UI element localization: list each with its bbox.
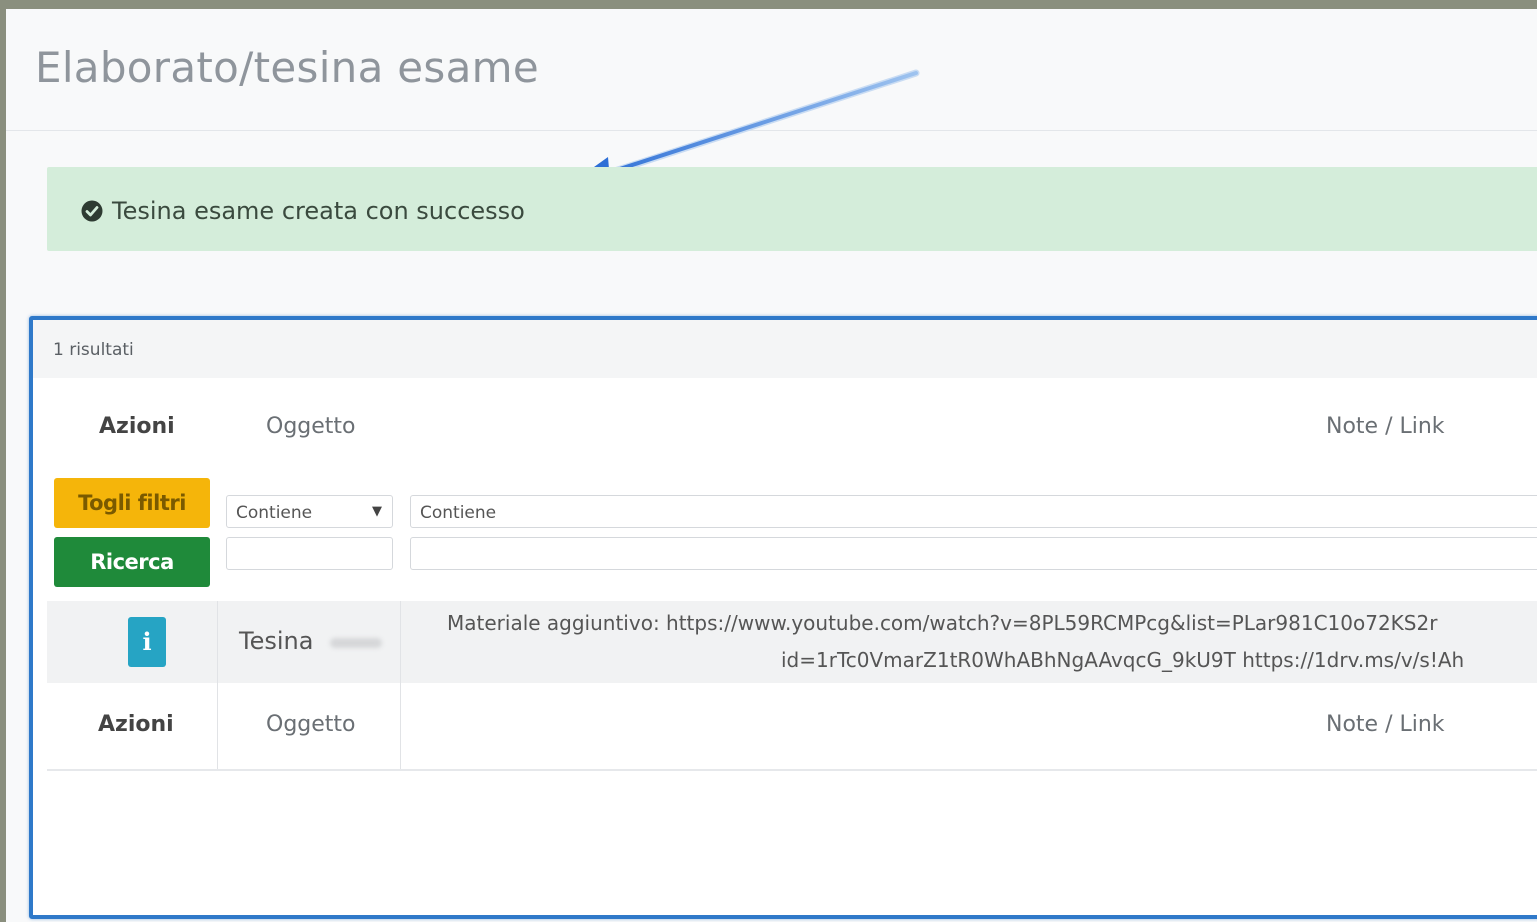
- oggetto-filter-mode-value: Contiene: [236, 503, 313, 523]
- footer-oggetto: Oggetto: [266, 712, 356, 737]
- page-title: Elaborato/tesina esame: [35, 43, 539, 92]
- redacted-text: [330, 638, 382, 648]
- row-oggetto: Tesina: [239, 627, 314, 655]
- header-azioni[interactable]: Azioni: [99, 414, 175, 439]
- app-frame: Elaborato/tesina esame Tesina esame crea…: [6, 9, 1537, 922]
- info-icon: i: [142, 627, 152, 656]
- row-note-line-2[interactable]: id=1rTc0VmarZ1tR0WhABhNgAAvqcG_9kU9T htt…: [781, 648, 1464, 672]
- cell-divider: [217, 601, 218, 683]
- footer-note-link: Note / Link: [1326, 712, 1445, 737]
- header-oggetto[interactable]: Oggetto: [266, 414, 356, 439]
- footer-azioni: Azioni: [98, 712, 174, 737]
- oggetto-filter-mode-select[interactable]: Contiene ▼: [226, 495, 393, 528]
- table-row: i Tesina Materiale aggiuntivo: https://w…: [47, 601, 1537, 683]
- results-panel: 1 risultati Azioni Oggetto Note / Link T…: [29, 316, 1537, 919]
- results-count: 1 risultati: [53, 340, 134, 360]
- cell-divider: [217, 683, 218, 769]
- clear-filters-button[interactable]: Togli filtri: [54, 478, 210, 528]
- note-filter-mode-value: Contiene: [420, 503, 497, 523]
- oggetto-filter-input[interactable]: [226, 537, 393, 570]
- row-note-line-1[interactable]: Materiale aggiuntivo: https://www.youtub…: [447, 611, 1437, 635]
- table-footer-row: Azioni Oggetto Note / Link: [47, 683, 1537, 771]
- search-button[interactable]: Ricerca: [54, 537, 210, 587]
- note-filter-input[interactable]: [410, 537, 1537, 570]
- alert-message: Tesina esame creata con successo: [112, 197, 525, 225]
- note-filter-mode-select[interactable]: Contiene: [410, 495, 1537, 528]
- cell-divider: [400, 601, 401, 683]
- success-alert: Tesina esame creata con successo: [47, 167, 1537, 251]
- caret-down-icon: ▼: [372, 504, 382, 519]
- check-circle-icon: [81, 200, 103, 222]
- page-header: Elaborato/tesina esame: [6, 9, 1537, 131]
- results-bar: 1 risultati: [33, 320, 1537, 378]
- header-note-link[interactable]: Note / Link: [1326, 414, 1445, 439]
- info-button[interactable]: i: [128, 617, 166, 667]
- cell-divider: [400, 683, 401, 769]
